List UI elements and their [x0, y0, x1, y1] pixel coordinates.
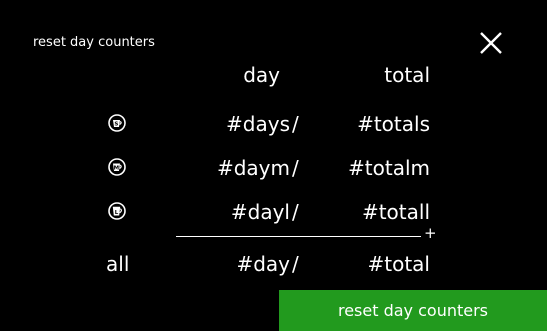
- row-small-day: #days: [226, 112, 290, 136]
- sum-plus-sign: +: [424, 224, 437, 242]
- column-header-total: total: [384, 63, 430, 87]
- row-medium-total: #totalm: [348, 156, 430, 180]
- cup-large-icon: L: [108, 202, 126, 220]
- row-large-separator: /: [292, 200, 299, 224]
- cup-medium-icon: M: [108, 158, 126, 176]
- all-row-total: #total: [367, 252, 431, 276]
- row-large-total: #totall: [361, 200, 430, 224]
- svg-text:L: L: [115, 210, 119, 216]
- sum-divider: [176, 236, 421, 237]
- page-title: reset day counters: [33, 35, 155, 50]
- all-row-day: #day: [236, 252, 290, 276]
- all-row-separator: /: [292, 252, 299, 276]
- all-row-label: all: [106, 252, 130, 276]
- row-medium-separator: /: [292, 156, 299, 180]
- row-large-day: #dayl: [230, 200, 290, 224]
- column-header-day: day: [243, 63, 280, 87]
- cup-small-icon: S: [108, 114, 126, 132]
- svg-text:M: M: [114, 166, 119, 172]
- close-icon[interactable]: [478, 30, 504, 56]
- row-small-total: #totals: [357, 112, 430, 136]
- reset-day-counters-button[interactable]: reset day counters: [279, 290, 547, 331]
- svg-text:S: S: [114, 122, 118, 128]
- row-small-separator: /: [292, 112, 299, 136]
- row-medium-day: #daym: [216, 156, 290, 180]
